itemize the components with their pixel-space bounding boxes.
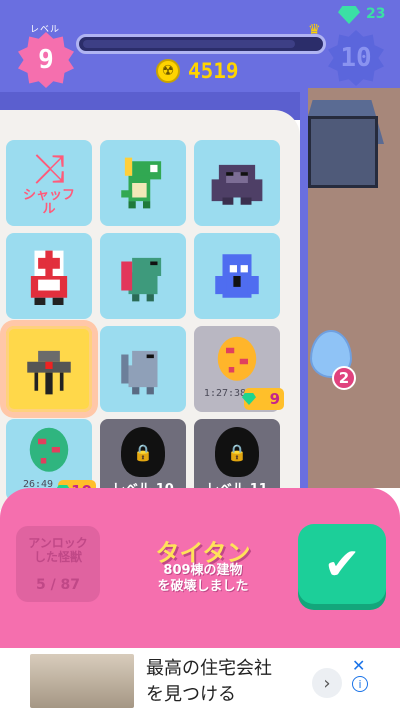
godzilla-icon xyxy=(121,257,162,302)
egg-price: 9 xyxy=(269,390,280,408)
monster-cell[interactable] xyxy=(100,233,186,319)
shuffle-label: シャッフル xyxy=(22,188,75,217)
check-icon: ✔ xyxy=(323,538,361,590)
gem-count: 23 xyxy=(366,6,386,22)
chevron-right-icon: › xyxy=(323,672,331,694)
ad-arrow-button[interactable]: › xyxy=(312,668,342,698)
monster-description: 809棟の建物 を破壊しました xyxy=(157,563,249,594)
robot-icon xyxy=(30,250,68,305)
gem-icon xyxy=(242,393,256,405)
lock-icon: 🔒 xyxy=(121,427,165,477)
ad-text[interactable]: 最高の住宅会社 を見つける xyxy=(146,656,272,708)
next-level-number: 10 xyxy=(340,43,372,73)
blue-ghost-icon xyxy=(215,254,259,298)
shuffle-button[interactable]: ⤨ シャッフル xyxy=(6,140,92,226)
gorilla-icon xyxy=(211,164,263,205)
ad-close-icon[interactable]: ✕ xyxy=(352,656,365,675)
level-progress-bar xyxy=(76,34,326,54)
panel-edge xyxy=(300,88,308,488)
green-dino-icon xyxy=(121,157,162,209)
lock-icon: 🔒 xyxy=(215,427,259,477)
coin-count: 4519 xyxy=(188,59,239,83)
level-progress-fill xyxy=(83,40,295,48)
mecha-godzilla-icon xyxy=(121,350,158,395)
egg-price-button[interactable]: 9 xyxy=(242,388,284,410)
monster-cell-selected[interactable] xyxy=(6,326,92,412)
confirm-button[interactable]: ✔ xyxy=(298,524,386,604)
monster-cell[interactable] xyxy=(6,233,92,319)
ad-image[interactable] xyxy=(30,654,134,708)
drop-count-badge: 2 xyxy=(332,366,356,390)
ad-info-icon[interactable]: i xyxy=(352,676,368,692)
building xyxy=(308,116,378,188)
green-egg-icon xyxy=(29,427,69,472)
monster-cell[interactable] xyxy=(194,233,280,319)
monster-cell[interactable] xyxy=(100,140,186,226)
crown-icon: ♛ xyxy=(308,22,321,38)
unlocked-monsters-count: 5 / 87 xyxy=(35,577,81,593)
shuffle-icon: ⤨ xyxy=(33,146,65,192)
monster-cell[interactable] xyxy=(100,326,186,412)
current-level-number: 9 xyxy=(38,45,54,75)
radiation-coin-icon: ☢ xyxy=(156,59,180,83)
egg-timer: 1:27:38 xyxy=(203,388,247,399)
ufo-icon xyxy=(27,350,71,395)
monster-cell[interactable] xyxy=(194,140,280,226)
unlocked-monsters-label: アンロック した怪獣 xyxy=(28,536,88,564)
orange-egg-icon xyxy=(217,336,257,381)
